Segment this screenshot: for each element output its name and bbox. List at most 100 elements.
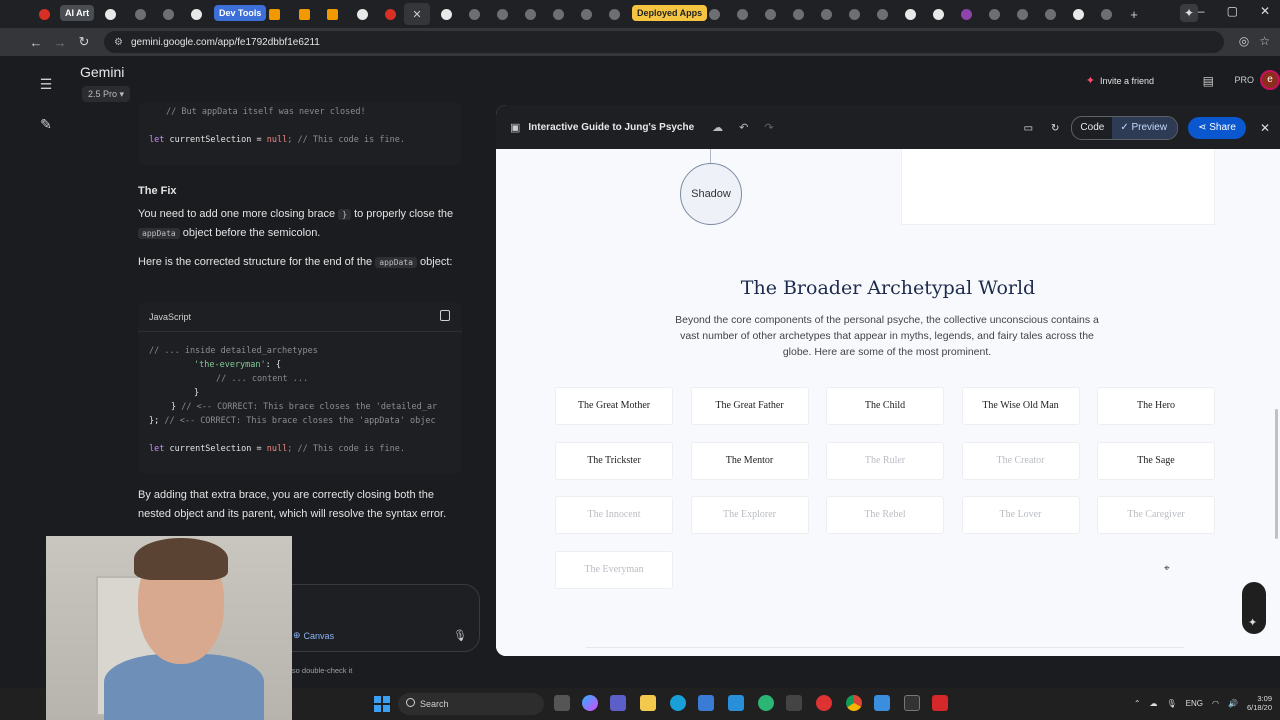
archetype-card[interactable]: The Rebel <box>826 496 944 535</box>
close-icon[interactable]: ✕ <box>1260 121 1270 135</box>
cloud-icon[interactable]: ☁ <box>1150 699 1158 708</box>
tab[interactable] <box>1066 3 1090 25</box>
tab[interactable] <box>842 3 866 25</box>
shadow-node[interactable]: Shadow <box>680 163 742 225</box>
tab-search-button[interactable]: ✦ <box>1180 4 1198 22</box>
tab[interactable] <box>926 3 950 25</box>
bookmark-star-icon[interactable]: ☆ <box>1259 34 1270 48</box>
close-window-icon[interactable]: ✕ <box>1260 4 1270 18</box>
app-icon[interactable] <box>816 695 832 711</box>
canvas-chip[interactable]: ⊕ Canvas <box>293 630 334 641</box>
invite-button[interactable]: ✦ Invite a friend <box>1086 74 1154 87</box>
console-icon[interactable]: ▭ <box>1024 117 1033 139</box>
lens-icon[interactable]: ◎ <box>1239 34 1249 48</box>
archetype-card[interactable]: The Hero <box>1097 387 1215 425</box>
archetype-card[interactable]: The Caregiver <box>1097 496 1215 535</box>
close-icon[interactable]: ✕ <box>412 8 421 21</box>
new-tab-button[interactable]: + <box>1122 3 1146 25</box>
tab[interactable] <box>546 3 570 25</box>
tab-group-deployed-apps[interactable]: Deployed Apps <box>632 5 708 21</box>
tab[interactable] <box>602 3 626 25</box>
taskbar-search[interactable]: Search <box>398 693 544 715</box>
tab-group-ai-art[interactable]: AI Art <box>60 5 95 21</box>
tab[interactable] <box>814 3 838 25</box>
chrome-icon[interactable] <box>846 695 862 711</box>
maximize-icon[interactable]: ▢ <box>1227 4 1238 18</box>
tab[interactable] <box>156 3 180 25</box>
store-icon[interactable] <box>698 695 714 711</box>
refresh-icon[interactable]: ↻ <box>1051 117 1059 139</box>
floating-toolbar[interactable]: ✦ <box>1242 582 1266 634</box>
chevron-up-icon[interactable]: ⌃ <box>1134 699 1141 708</box>
tab[interactable] <box>702 3 726 25</box>
windows-start-icon[interactable] <box>374 696 390 712</box>
language-indicator[interactable]: ENG <box>1186 699 1203 708</box>
acrobat-icon[interactable] <box>932 695 948 711</box>
file-explorer-icon[interactable] <box>640 695 656 711</box>
preview-tab[interactable]: ✓ Preview <box>1112 117 1178 139</box>
wifi-icon[interactable]: ◠ <box>1212 699 1219 708</box>
tab[interactable] <box>1038 3 1062 25</box>
back-icon[interactable]: ← <box>24 35 48 50</box>
tab[interactable] <box>184 3 208 25</box>
archetype-card[interactable]: The Innocent <box>555 496 673 535</box>
tab[interactable] <box>350 3 374 25</box>
tab[interactable] <box>434 3 458 25</box>
task-view-icon[interactable] <box>554 695 570 711</box>
archetype-card[interactable]: The Child <box>826 387 944 425</box>
tab[interactable] <box>378 3 402 25</box>
tab[interactable] <box>1094 3 1118 25</box>
teams-icon[interactable] <box>610 695 626 711</box>
tab[interactable] <box>954 3 978 25</box>
minimize-icon[interactable]: – <box>1198 4 1205 18</box>
archetype-card[interactable]: The Ruler <box>826 441 944 480</box>
undo-icon[interactable]: ↶ <box>739 121 748 134</box>
share-button[interactable]: ⋖ Share <box>1188 117 1246 139</box>
reload-icon[interactable]: ↻ <box>72 34 96 50</box>
menu-icon[interactable]: ☰ <box>38 76 54 92</box>
copy-icon[interactable] <box>440 310 450 321</box>
tab[interactable] <box>262 3 286 25</box>
redo-icon[interactable]: ↷ <box>764 121 773 134</box>
archetype-card[interactable]: The Creator <box>961 441 1080 480</box>
avatar[interactable]: e <box>1260 70 1280 90</box>
site-info-icon[interactable]: ⚙ <box>114 37 123 48</box>
tab[interactable] <box>898 3 922 25</box>
tab-group-dev-tools[interactable]: Dev Tools <box>214 5 267 21</box>
tab[interactable] <box>462 3 486 25</box>
terminal-icon[interactable] <box>904 695 920 711</box>
cloud-sync-icon[interactable]: ☁ <box>712 121 723 134</box>
app-icon[interactable] <box>786 695 802 711</box>
clock[interactable]: 3:09 6/18/20 <box>1247 694 1272 712</box>
archetype-card[interactable]: The Wise Old Man <box>961 387 1080 425</box>
gift-icon[interactable]: ▤ <box>1203 74 1214 88</box>
code-tab[interactable]: Code <box>1072 117 1112 139</box>
microphone-icon[interactable]: 🎙 <box>453 629 467 642</box>
copilot-icon[interactable] <box>582 695 598 711</box>
archetype-card[interactable]: The Sage <box>1097 441 1215 480</box>
tab[interactable] <box>1010 3 1034 25</box>
archetype-card[interactable]: The Mentor <box>690 441 809 480</box>
tab[interactable] <box>490 3 514 25</box>
tab[interactable] <box>128 3 152 25</box>
vscode-icon[interactable] <box>728 695 744 711</box>
tab[interactable] <box>982 3 1006 25</box>
archetype-card[interactable]: The Explorer <box>690 496 809 535</box>
tab[interactable] <box>786 3 810 25</box>
tab[interactable] <box>574 3 598 25</box>
edge-icon[interactable] <box>670 695 686 711</box>
forward-icon[interactable]: → <box>48 35 72 50</box>
tab[interactable] <box>518 3 542 25</box>
tab-active[interactable]: ✕ <box>404 3 430 25</box>
notepad-icon[interactable] <box>874 695 890 711</box>
model-selector[interactable]: 2.5 Pro ▾ <box>82 86 131 102</box>
tab[interactable] <box>98 3 122 25</box>
archetype-card[interactable]: The Great Mother <box>555 387 673 425</box>
tab[interactable] <box>292 3 316 25</box>
tab[interactable] <box>870 3 894 25</box>
archetype-card[interactable]: The Trickster <box>555 441 673 480</box>
new-chat-icon[interactable]: ✎ <box>38 116 54 132</box>
scrollbar[interactable] <box>1275 409 1278 539</box>
app-icon[interactable] <box>758 695 774 711</box>
archetype-card[interactable]: The Lover <box>961 496 1080 535</box>
